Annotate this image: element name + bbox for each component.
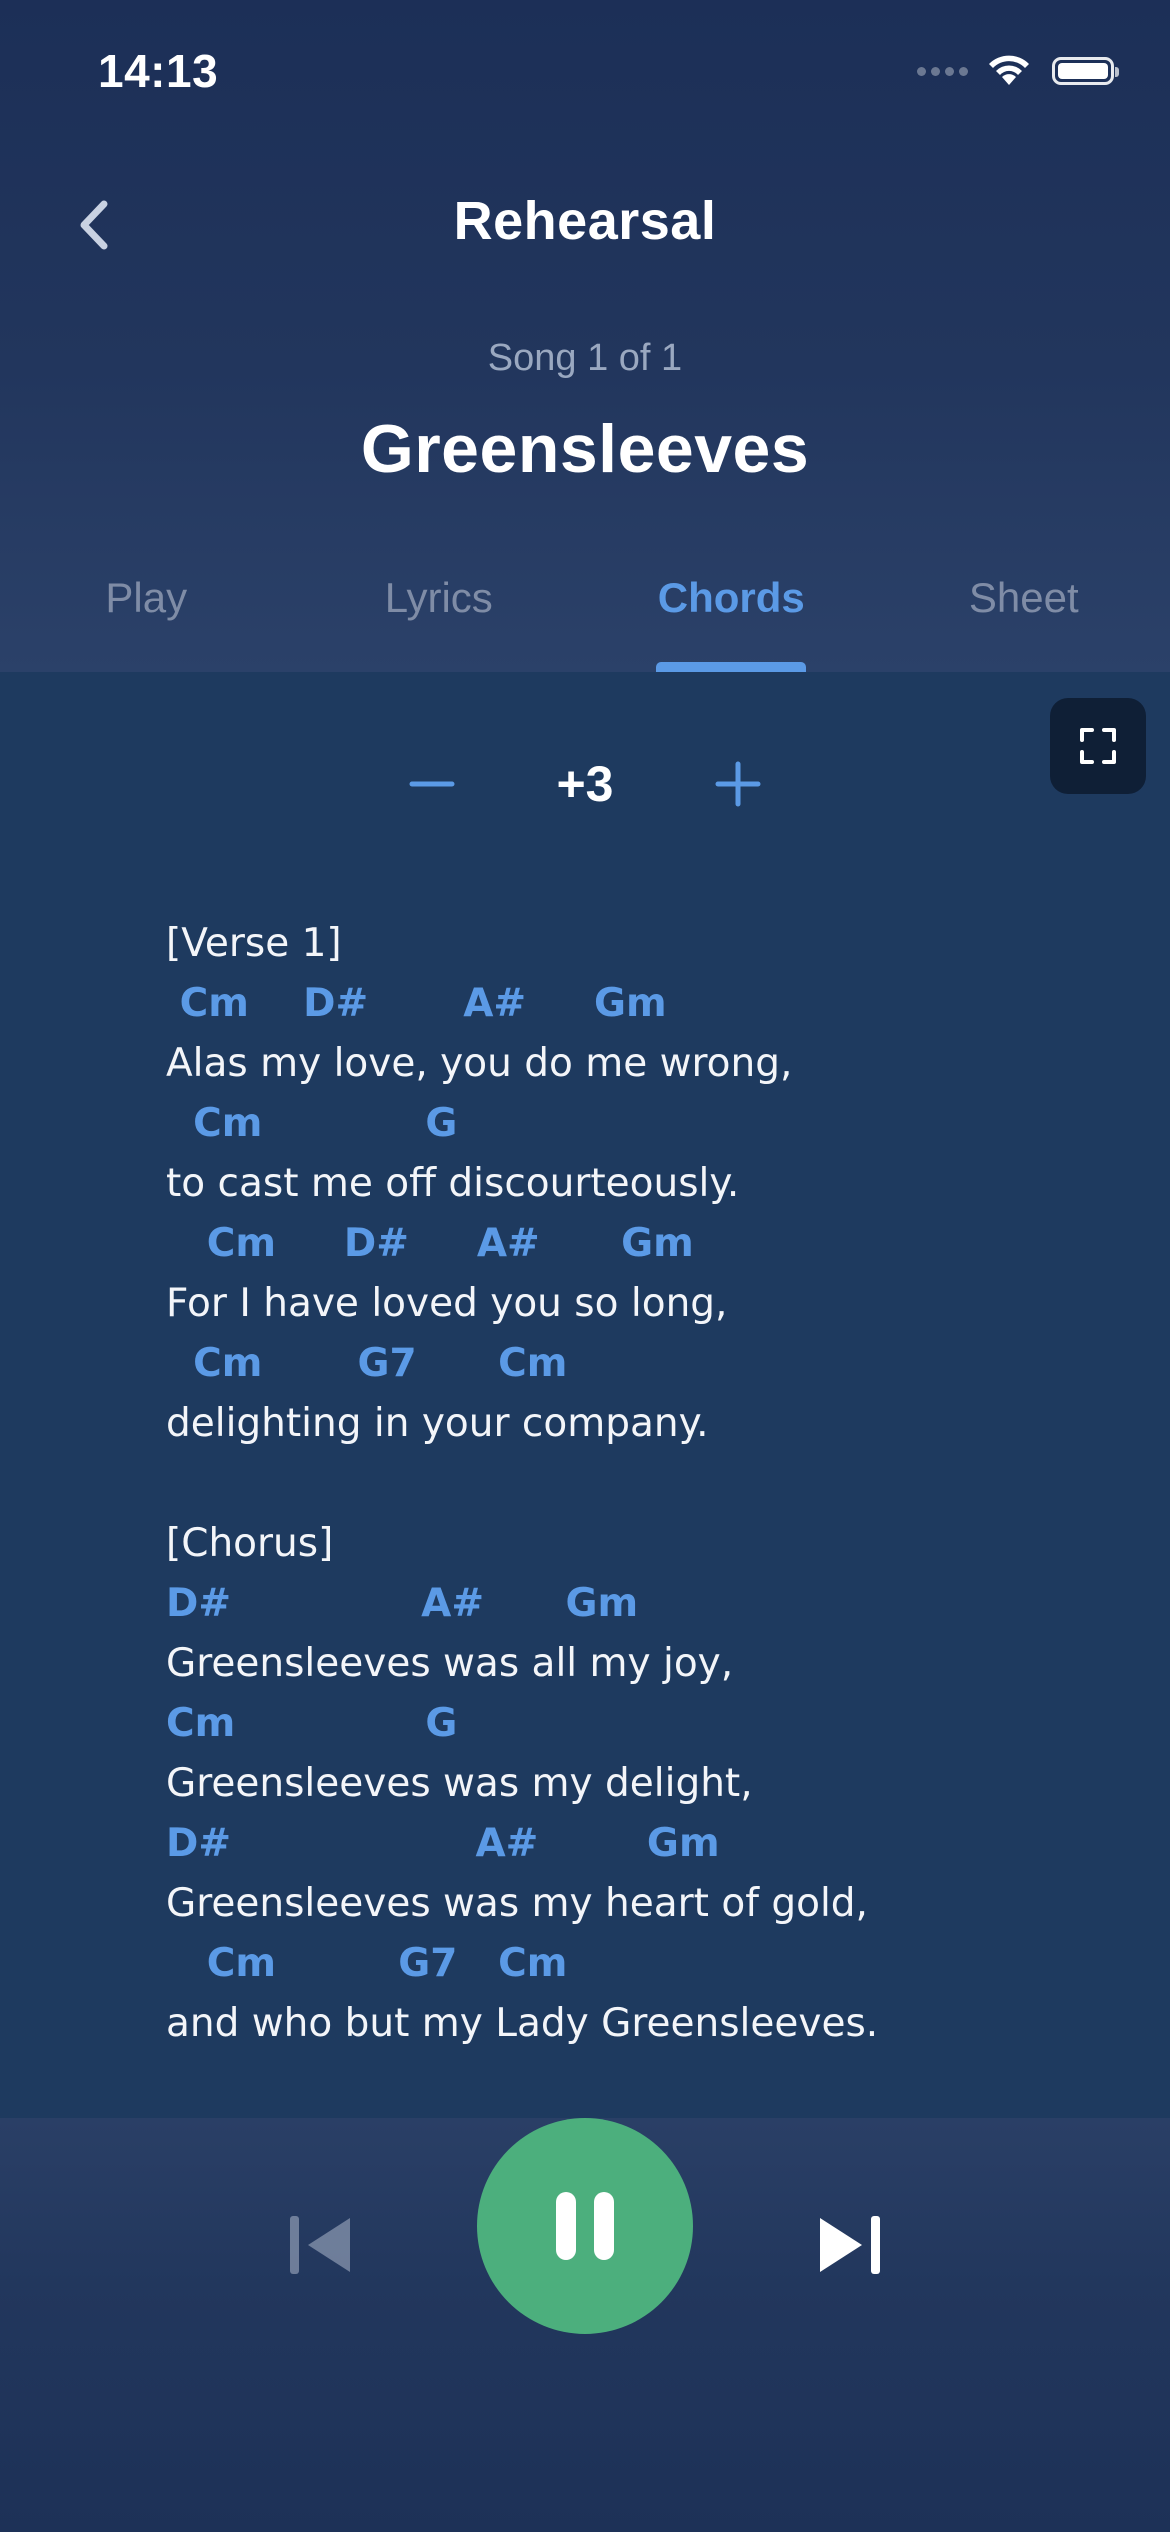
tab-lyrics[interactable]: Lyrics bbox=[293, 560, 586, 672]
tab-play[interactable]: Play bbox=[0, 560, 293, 672]
lyric-line: delighting in your company. bbox=[166, 1401, 709, 1446]
wifi-icon bbox=[989, 55, 1029, 85]
active-tab-indicator bbox=[656, 662, 807, 672]
song-title: Greensleeves bbox=[360, 411, 810, 487]
fullscreen-icon bbox=[1080, 728, 1116, 764]
lyric-line: Alas my love, you do me wrong, bbox=[166, 1041, 793, 1086]
chord-line: Cm G7 Cm bbox=[166, 1941, 568, 1986]
song-counter: Song 1 of 1 bbox=[487, 337, 683, 379]
header: 14:13 Rehearsal Song 1 of 1 Greensleeves… bbox=[0, 0, 1170, 672]
lyric-line: Greensleeves was all my joy, bbox=[166, 1641, 734, 1686]
chords-panel[interactable]: +3 [Verse 1] Cm D# A# Gm Alas my love, yo… bbox=[0, 672, 1170, 2118]
status-icons bbox=[917, 54, 1119, 88]
section-label: [Verse 1] bbox=[166, 921, 342, 966]
playback-controls bbox=[0, 2118, 1170, 2532]
previous-song-button[interactable] bbox=[286, 2210, 356, 2280]
chord-line: Cm G bbox=[166, 1701, 458, 1746]
status-time: 14:13 bbox=[98, 45, 219, 97]
chord-line: D# A# Gm bbox=[166, 1821, 720, 1866]
lyric-line: to cast me off discourteously. bbox=[166, 1161, 740, 1206]
next-song-button[interactable] bbox=[814, 2210, 884, 2280]
lyric-line: Greensleeves was my heart of gold, bbox=[166, 1881, 868, 1926]
lyric-line: Greensleeves was my delight, bbox=[166, 1761, 753, 1806]
lyric-line: For I have loved you so long, bbox=[166, 1281, 728, 1326]
chord-line: Cm G bbox=[166, 1101, 458, 1146]
fullscreen-button[interactable] bbox=[1050, 698, 1146, 794]
pause-button[interactable] bbox=[477, 2118, 693, 2334]
tab-label: Lyrics bbox=[384, 574, 493, 621]
pause-icon bbox=[556, 2192, 614, 2260]
cellular-signal-icon bbox=[917, 66, 968, 76]
chord-line: Cm D# A# Gm bbox=[166, 1221, 694, 1266]
lyric-line: and who but my Lady Greensleeves. bbox=[166, 2001, 879, 2046]
plus-icon bbox=[715, 761, 761, 807]
tab-label: Play bbox=[105, 574, 188, 621]
tab-bar: Play Lyrics Chords Sheet bbox=[0, 560, 1170, 672]
chord-line: D# A# Gm bbox=[166, 1581, 639, 1626]
tab-label: Sheet bbox=[968, 574, 1079, 621]
transpose-control: +3 bbox=[0, 742, 1170, 842]
skip-previous-icon bbox=[290, 2216, 350, 2274]
chord-sheet: [Verse 1] Cm D# A# Gm Alas my love, you d… bbox=[166, 914, 1066, 2054]
tab-sheet[interactable]: Sheet bbox=[878, 560, 1170, 672]
transpose-value: +3 bbox=[556, 756, 614, 812]
transpose-up-button[interactable] bbox=[706, 752, 770, 816]
skip-next-icon bbox=[820, 2216, 880, 2274]
tab-label: Chords bbox=[657, 574, 805, 621]
chord-line: Cm G7 Cm bbox=[166, 1341, 568, 1386]
section-label: [Chorus] bbox=[166, 1521, 334, 1566]
chord-line: Cm D# A# Gm bbox=[166, 981, 667, 1026]
battery-icon bbox=[1052, 57, 1119, 85]
tab-chords[interactable]: Chords bbox=[585, 560, 878, 672]
screen-title: Rehearsal bbox=[453, 191, 717, 251]
